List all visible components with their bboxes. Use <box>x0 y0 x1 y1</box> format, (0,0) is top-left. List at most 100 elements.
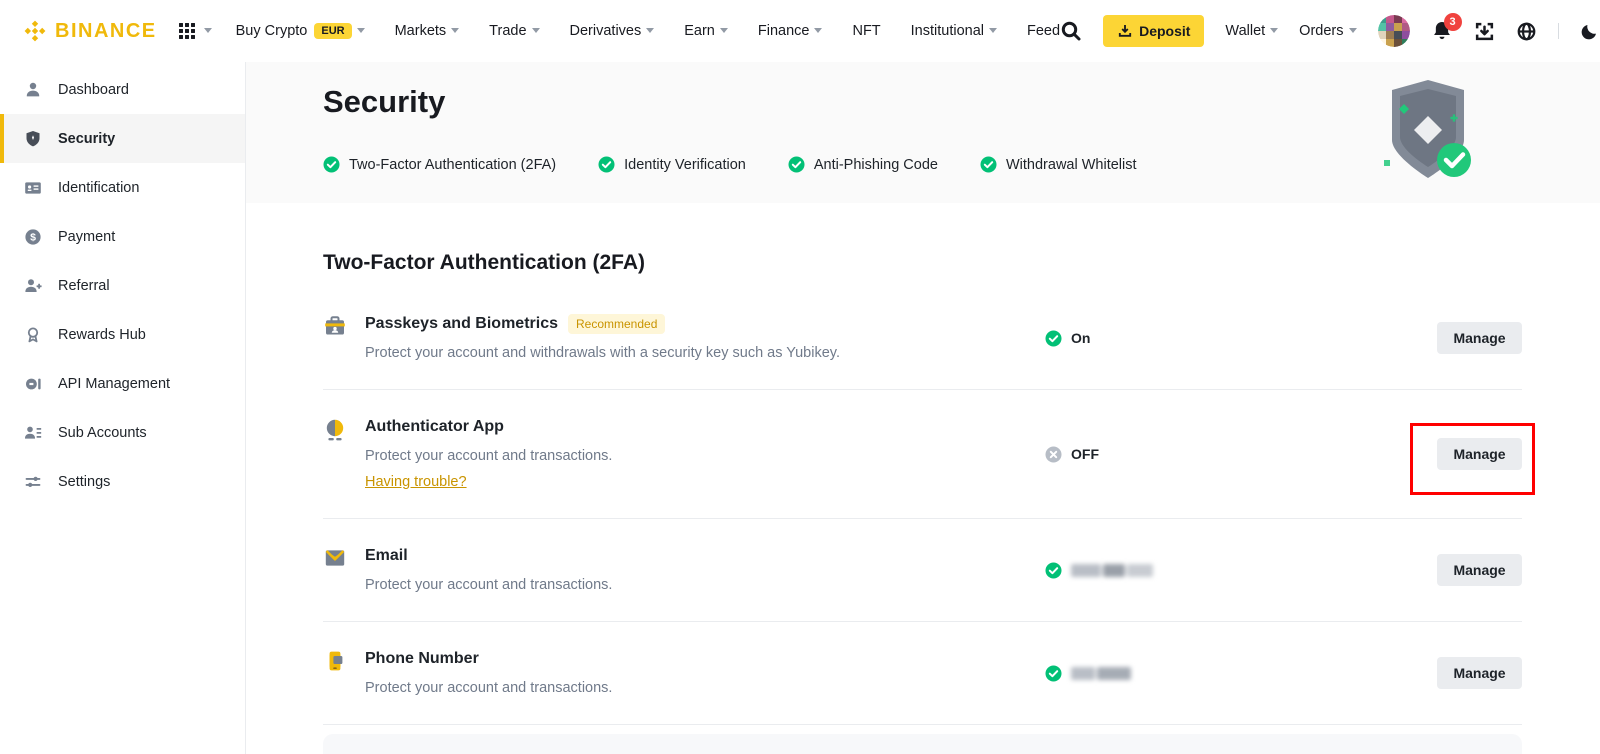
email-icon <box>323 546 347 570</box>
checklist-label: Anti-Phishing Code <box>814 157 938 173</box>
chevron-down-icon <box>1349 28 1357 33</box>
check-circle-icon <box>980 156 997 173</box>
moon-icon[interactable] <box>1580 22 1599 41</box>
sidebar-item-dashboard[interactable]: Dashboard <box>0 65 245 114</box>
sidebar-item-label: Rewards Hub <box>58 327 146 343</box>
check-circle-icon <box>1045 330 1062 347</box>
sidebar-item-rewards-hub[interactable]: Rewards Hub <box>0 310 245 359</box>
sidebar-item-identification[interactable]: Identification <box>0 163 245 212</box>
row-phone-number: Phone Number Protect your account and tr… <box>323 622 1522 725</box>
menu-finance[interactable]: Finance <box>758 23 823 39</box>
manage-passkeys-button[interactable]: Manage <box>1437 322 1522 354</box>
sidebar-item-referral[interactable]: Referral <box>0 261 245 310</box>
sidebar-item-label: Settings <box>58 474 110 490</box>
row-text: Email Protect your account and transacti… <box>365 545 1045 595</box>
row-text: Authenticator App Protect your account a… <box>365 416 1045 492</box>
row-description: Protect your account and transactions. <box>365 446 1045 466</box>
having-trouble-link[interactable]: Having trouble? <box>365 472 467 492</box>
row-title: Phone Number <box>365 648 479 670</box>
user-plus-icon <box>24 277 42 295</box>
section-heading-2fa: Two-Factor Authentication (2FA) <box>323 203 1522 277</box>
security-content: Two-Factor Authentication (2FA) Passkeys… <box>246 203 1600 754</box>
menu-earn[interactable]: Earn <box>684 23 728 39</box>
shield-icon <box>24 130 42 148</box>
chevron-down-icon <box>451 28 459 33</box>
menu-label: NFT <box>852 23 880 39</box>
wallet-menu[interactable]: Wallet <box>1225 23 1278 39</box>
binance-diamond-icon <box>22 18 48 44</box>
avatar[interactable] <box>1378 15 1410 47</box>
checklist-withdrawal-whitelist: Withdrawal Whitelist <box>980 156 1137 173</box>
sliders-icon <box>24 473 42 491</box>
sidebar-item-payment[interactable]: $ Payment <box>0 212 245 261</box>
manage-phone-button[interactable]: Manage <box>1437 657 1522 689</box>
check-circle-icon <box>1045 665 1062 682</box>
menu-nft[interactable]: NFT <box>852 23 880 39</box>
row-status <box>1045 562 1437 579</box>
menu-label: Wallet <box>1225 23 1265 39</box>
notification-badge: 3 <box>1444 13 1462 31</box>
menu-markets[interactable]: Markets <box>395 23 460 39</box>
search-icon[interactable] <box>1060 20 1082 42</box>
row-passkeys-biometrics: Passkeys and Biometrics Recommended Prot… <box>323 287 1522 390</box>
sidebar: Dashboard Security Identification $ Paym… <box>0 62 246 754</box>
bell-icon[interactable]: 3 <box>1431 20 1453 42</box>
menu-feed[interactable]: Feed <box>1027 23 1060 39</box>
sidebar-item-security[interactable]: Security <box>0 114 245 163</box>
menu-label: Institutional <box>911 23 984 39</box>
binance-logo[interactable]: BINANCE <box>22 18 157 44</box>
sidebar-item-label: Payment <box>58 229 115 245</box>
row-email: Email Protect your account and transacti… <box>323 519 1522 622</box>
menu-derivatives[interactable]: Derivatives <box>570 23 655 39</box>
checklist-2fa: Two-Factor Authentication (2FA) <box>323 156 556 173</box>
row-description: Protect your account and transactions. <box>365 575 1045 595</box>
sidebar-item-sub-accounts[interactable]: Sub Accounts <box>0 408 245 457</box>
divider <box>1558 23 1559 39</box>
menu-trade[interactable]: Trade <box>489 23 539 39</box>
chevron-down-icon <box>814 28 822 33</box>
row-text: Passkeys and Biometrics Recommended Prot… <box>365 313 1045 363</box>
row-description: Protect your account and transactions. <box>365 678 1045 698</box>
desktop-download-icon[interactable] <box>1474 21 1495 42</box>
sub-accounts-icon <box>24 424 42 442</box>
page-title: Security <box>323 84 445 120</box>
medal-icon <box>24 326 42 344</box>
id-card-icon <box>24 179 42 197</box>
chevron-down-icon <box>1270 28 1278 33</box>
sidebar-item-api-management[interactable]: API Management <box>0 359 245 408</box>
sidebar-item-label: Referral <box>58 278 110 294</box>
next-section-edge <box>323 734 1522 754</box>
menu-label: Feed <box>1027 23 1060 39</box>
globe-icon[interactable] <box>1516 21 1537 42</box>
deposit-button[interactable]: Deposit <box>1103 15 1204 47</box>
passkey-icon <box>323 314 347 338</box>
security-header-band: Security Two-Factor Authentication (2FA)… <box>246 62 1600 203</box>
row-action: Manage <box>1437 322 1522 354</box>
manage-email-button[interactable]: Manage <box>1437 554 1522 586</box>
phone-icon <box>323 649 347 673</box>
row-action: Manage <box>1437 438 1522 470</box>
orders-menu[interactable]: Orders <box>1299 23 1356 39</box>
menu-institutional[interactable]: Institutional <box>911 23 997 39</box>
row-description: Protect your account and withdrawals wit… <box>365 343 1045 363</box>
row-status: On <box>1045 330 1437 347</box>
menu-label: Buy Crypto <box>236 23 308 39</box>
sidebar-item-label: Identification <box>58 180 139 196</box>
apps-grid-icon[interactable] <box>179 23 195 39</box>
svg-text:$: $ <box>30 231 36 243</box>
manage-authenticator-button[interactable]: Manage <box>1437 438 1522 470</box>
security-checklist: Two-Factor Authentication (2FA) Identity… <box>323 156 1137 173</box>
checklist-label: Withdrawal Whitelist <box>1006 157 1137 173</box>
menu-label: Orders <box>1299 23 1343 39</box>
row-title: Email <box>365 545 408 567</box>
checklist-identity-verification: Identity Verification <box>598 156 746 173</box>
sidebar-item-label: Dashboard <box>58 82 129 98</box>
menu-buy-crypto[interactable]: Buy Crypto EUR <box>236 23 365 39</box>
sidebar-item-settings[interactable]: Settings <box>0 457 245 506</box>
currency-badge: EUR <box>314 23 351 39</box>
row-action: Manage <box>1437 554 1522 586</box>
row-title: Authenticator App <box>365 416 504 438</box>
chevron-down-icon <box>532 28 540 33</box>
sidebar-item-label: API Management <box>58 376 170 392</box>
chevron-down-icon <box>720 28 728 33</box>
